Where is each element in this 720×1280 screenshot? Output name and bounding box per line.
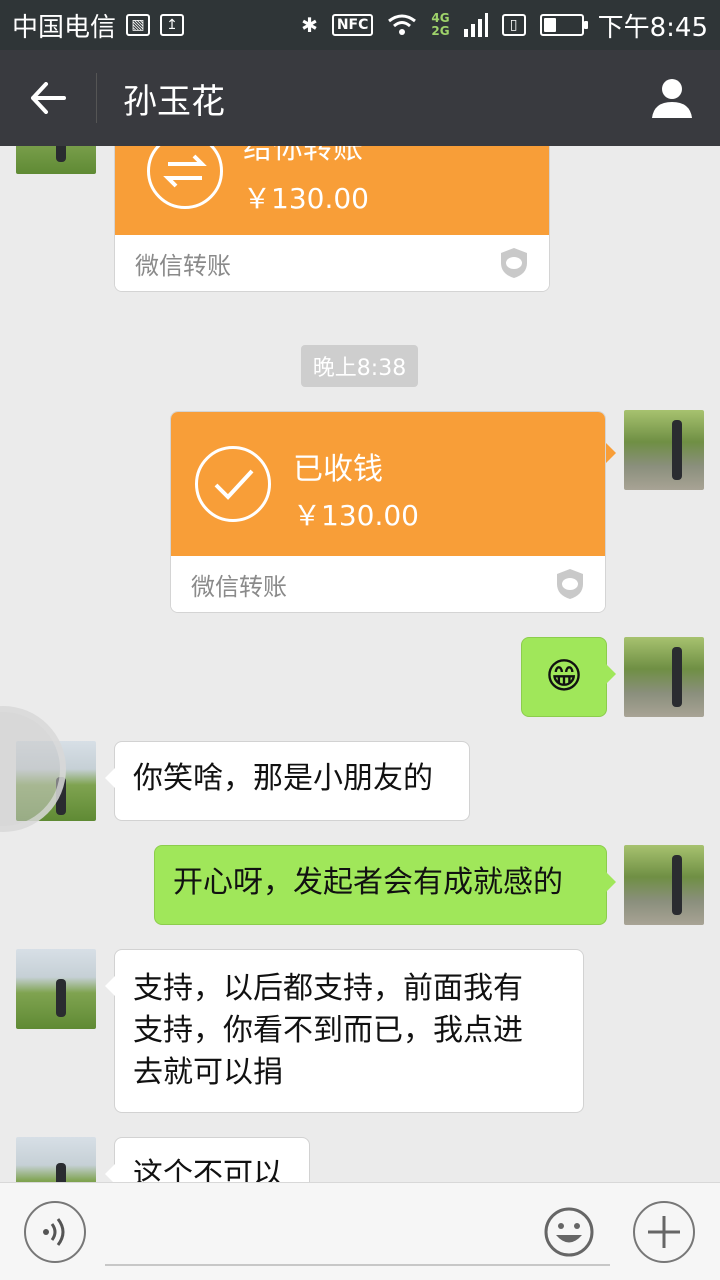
contact-profile-button[interactable] xyxy=(624,50,720,146)
back-arrow-icon xyxy=(31,82,66,114)
message-line-3: 去就可以捐 xyxy=(133,1055,283,1090)
my-avatar[interactable] xyxy=(624,637,704,717)
title-divider xyxy=(96,73,97,123)
wifi-icon xyxy=(388,14,417,35)
battery-fill xyxy=(543,18,557,32)
net-bottom-label: 2G xyxy=(431,24,450,38)
back-button[interactable] xyxy=(0,50,96,146)
received-transfer-wrap: 已收钱 ￥130.00 微信转账 xyxy=(170,411,616,613)
person-icon xyxy=(652,79,692,118)
chat-title: 孙玉花 xyxy=(123,81,225,122)
chat-area[interactable]: 给你转账 ￥130.00 微信转账 晚上8:38 已收钱 ￥130.00 微信转… xyxy=(0,146,720,1182)
check-circle-icon xyxy=(195,446,271,522)
wechat-pay-shield-icon xyxy=(557,569,583,599)
wechat-pay-shield-icon xyxy=(501,248,527,278)
emoji-message[interactable]: 😁 xyxy=(521,637,616,717)
message-text: 开心呀，发起者会有成就感的 xyxy=(173,865,563,900)
contact-avatar[interactable] xyxy=(16,949,96,1029)
received-amount: ￥130.00 xyxy=(293,499,419,532)
my-avatar[interactable] xyxy=(624,845,704,925)
battery-icon xyxy=(539,14,588,36)
message-text: 你笑啥，那是小朋友的 xyxy=(133,761,433,796)
smiley-icon xyxy=(544,1207,594,1257)
incoming-message[interactable]: 你笑啥，那是小朋友的 xyxy=(105,741,470,821)
received-footer-label: 微信转账 xyxy=(191,572,287,601)
carrier-label: 中国电信 xyxy=(12,12,117,43)
more-options-button[interactable] xyxy=(633,1201,695,1263)
incoming-transfer-card[interactable]: 给你转账 ￥130.00 微信转账 xyxy=(114,146,550,292)
message-input[interactable] xyxy=(105,1264,610,1266)
message-line-1: 支持，以后都支持，前面我有 xyxy=(133,971,523,1006)
network-type-indicator: 4G 2G xyxy=(431,12,449,38)
received-title: 已收钱 xyxy=(293,452,383,487)
timestamp-pill: 晚上8:38 xyxy=(301,345,418,387)
transfer-amount: ￥130.00 xyxy=(243,182,369,215)
transfer-footer-label: 微信转账 xyxy=(135,251,231,280)
voice-icon xyxy=(43,1218,65,1246)
status-bar: 中国电信 ▧ ↥ ✱ NFC 4G 2G ▯ 下午8:45 xyxy=(0,0,720,50)
input-bar xyxy=(0,1182,720,1280)
emoji-button[interactable] xyxy=(538,1201,600,1263)
transfer-arrows-icon xyxy=(147,146,223,209)
incoming-message[interactable]: 支持，以后都支持，前面我有 支持，你看不到而已，我点进 去就可以捐 xyxy=(105,949,584,1113)
grin-emoji: 😁 xyxy=(545,656,583,697)
contact-avatar[interactable] xyxy=(16,146,96,174)
nfc-icon: NFC xyxy=(331,14,374,36)
clock: 下午8:45 xyxy=(597,12,708,43)
signal-icon xyxy=(463,13,488,37)
voice-input-button[interactable] xyxy=(24,1201,86,1263)
contact-avatar[interactable] xyxy=(16,1137,96,1182)
transfer-title: 给你转账 xyxy=(243,146,363,166)
bluetooth-icon: ✱ xyxy=(301,13,318,37)
received-transfer-card[interactable]: 已收钱 ￥130.00 微信转账 xyxy=(170,411,606,613)
message-line-2: 支持，你看不到而已，我点进 xyxy=(133,1013,523,1048)
title-bar: 孙玉花 xyxy=(0,50,720,146)
upload-notification-icon: ↥ xyxy=(160,14,185,36)
outgoing-message[interactable]: 开心呀，发起者会有成就感的 xyxy=(154,845,616,925)
sim-icon: ▯ xyxy=(501,14,526,36)
message-text: 这个不可以 xyxy=(133,1157,283,1182)
plus-icon xyxy=(648,1216,680,1248)
image-notification-icon: ▧ xyxy=(126,14,151,36)
incoming-message[interactable]: 这个不可以 xyxy=(105,1137,310,1182)
my-avatar[interactable] xyxy=(624,410,704,490)
